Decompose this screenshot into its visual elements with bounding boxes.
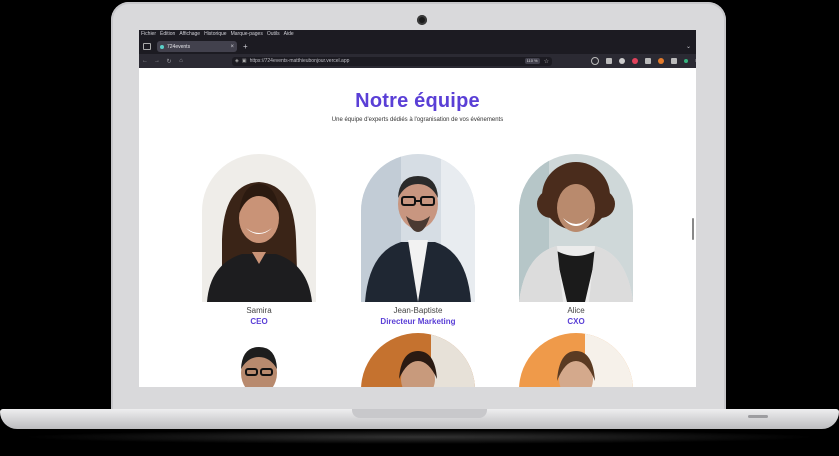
lock-icon[interactable]: ▣ xyxy=(242,58,247,64)
reload-icon[interactable]: ↻ xyxy=(163,58,175,65)
download-icon[interactable] xyxy=(606,58,612,64)
adblock-icon[interactable] xyxy=(632,58,638,64)
laptop-foot xyxy=(748,415,768,418)
team-member-role: CXO xyxy=(567,317,585,326)
home-icon[interactable]: ⌂ xyxy=(175,58,187,64)
chevron-down-icon[interactable]: ⌄ xyxy=(686,43,691,50)
portrait-image xyxy=(202,333,316,387)
portrait-image xyxy=(519,333,633,387)
team-member-photo xyxy=(361,154,475,302)
scrollbar-thumb[interactable] xyxy=(692,218,694,240)
hamburger-menu-icon[interactable]: ≡ xyxy=(695,58,696,65)
page-title: Notre équipe xyxy=(355,90,480,112)
back-arrow-icon[interactable]: ← xyxy=(139,58,151,64)
portrait-image xyxy=(519,154,633,302)
toolbar-extensions: ≡ xyxy=(591,57,696,65)
zoom-badge[interactable]: 110 % xyxy=(524,58,540,64)
profile-icon[interactable] xyxy=(658,58,664,64)
team-member-card xyxy=(201,333,317,387)
menu-item-view[interactable]: Affichage xyxy=(179,30,200,39)
new-tab-button[interactable]: + xyxy=(243,42,248,51)
menu-item-history[interactable]: Historique xyxy=(204,30,227,39)
tab-list-icon[interactable] xyxy=(143,43,151,50)
browser-menubar: Fichier Édition Affichage Historique Mar… xyxy=(139,30,696,39)
team-member-photo xyxy=(202,154,316,302)
team-member-photo xyxy=(519,333,633,387)
menu-item-help[interactable]: Aide xyxy=(284,30,294,39)
team-member-card xyxy=(518,333,634,387)
menu-item-bookmarks[interactable]: Marque-pages xyxy=(231,30,263,39)
team-member-card: Alice CXO xyxy=(518,154,634,326)
browser-tab[interactable]: 724events × xyxy=(157,41,237,52)
addon-icon[interactable] xyxy=(645,58,651,64)
forward-arrow-icon[interactable]: → xyxy=(151,58,163,64)
menu-item-tools[interactable]: Outils xyxy=(267,30,280,39)
browser-navbar: ← → ↻ ⌂ ◈ ▣ https://724events-matthieubo… xyxy=(139,54,696,68)
bookmark-star-icon[interactable]: ☆ xyxy=(544,58,549,65)
pocket-icon[interactable] xyxy=(591,57,599,65)
team-member-photo xyxy=(202,333,316,387)
team-member-role: Directeur Marketing xyxy=(380,317,456,326)
puzzle-icon[interactable] xyxy=(671,58,677,64)
team-member-name: Alice xyxy=(567,306,585,315)
laptop-notch xyxy=(352,409,487,418)
close-tab-icon[interactable]: × xyxy=(230,44,234,50)
team-member-name: Jean-Baptiste xyxy=(393,306,443,315)
menu-item-edit[interactable]: Édition xyxy=(160,30,175,39)
portrait-image xyxy=(202,154,316,302)
team-member-card: Samira CEO xyxy=(201,154,317,326)
page-subtitle: Une équipe d'experts dédiés à l'ogranisa… xyxy=(331,117,504,123)
team-member-card: Jean-Baptiste Directeur Marketing xyxy=(360,154,476,326)
team-member-name: Samira xyxy=(246,306,272,315)
web-page: Notre équipe Une équipe d'experts dédiés… xyxy=(139,68,696,387)
tab-title: 724events xyxy=(167,43,191,50)
favicon-icon xyxy=(160,44,164,49)
laptop-shadow xyxy=(20,430,819,444)
laptop-screen: Fichier Édition Affichage Historique Mar… xyxy=(139,30,696,387)
team-member-card xyxy=(360,333,476,387)
menu-item-file[interactable]: Fichier xyxy=(141,30,156,39)
team-member-photo xyxy=(361,333,475,387)
camera-icon xyxy=(417,15,427,25)
url-text[interactable]: https://724events-matthieubonjour.vercel… xyxy=(250,58,525,64)
extension-icon[interactable] xyxy=(619,58,625,64)
status-dot-icon xyxy=(684,59,688,63)
portrait-image xyxy=(361,333,475,387)
team-member-photo xyxy=(519,154,633,302)
browser-tabbar: 724events × + ⌄ xyxy=(139,39,696,54)
team-member-role: CEO xyxy=(250,317,268,326)
shield-icon[interactable]: ◈ xyxy=(235,58,239,64)
address-bar[interactable]: ◈ ▣ https://724events-matthieubonjour.ve… xyxy=(232,56,552,66)
portrait-image xyxy=(361,154,475,302)
